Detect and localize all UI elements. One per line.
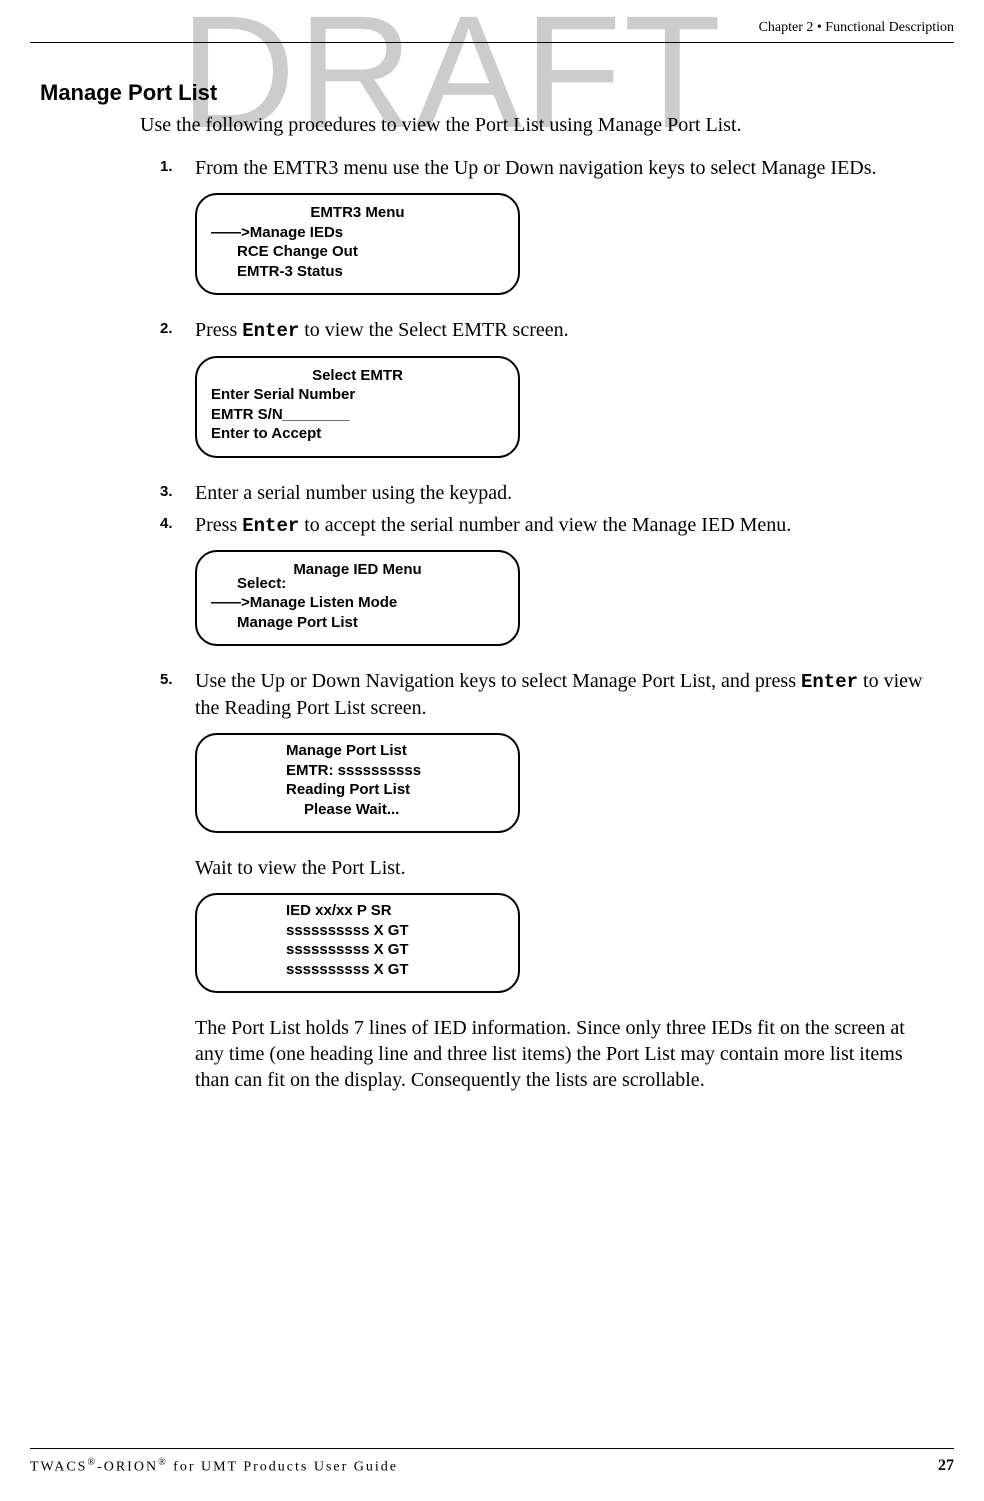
- lcd1-line2: RCE Change Out: [211, 242, 504, 262]
- lcd5-line2: ssssssssss X GT: [286, 921, 504, 941]
- lcd5-line3: ssssssssss X GT: [286, 940, 504, 960]
- lcd2-line1: Enter Serial Number: [211, 385, 504, 405]
- lcd2-line2: EMTR S/N________: [211, 405, 504, 425]
- step-4-num: 4.: [160, 512, 195, 539]
- lcd3-line2: Manage Port List: [211, 613, 504, 633]
- step-4-enter: Enter: [242, 515, 299, 537]
- step-5-text: Use the Up or Down Navigation keys to se…: [195, 668, 954, 721]
- lcd1-title: EMTR3 Menu: [211, 203, 504, 223]
- step-2: 2. Press Enter to view the Select EMTR s…: [160, 317, 954, 344]
- step-3-text: Enter a serial number using the keypad.: [195, 480, 954, 506]
- lcd3-line1: ——>Manage Listen Mode: [211, 593, 504, 613]
- step-2-num: 2.: [160, 317, 195, 344]
- step-2-suffix: to view the Select EMTR screen.: [299, 319, 568, 341]
- step-2-text: Press Enter to view the Select EMTR scre…: [195, 317, 954, 344]
- lcd4-line1: Manage Port List: [286, 741, 504, 761]
- step-2-enter: Enter: [242, 320, 299, 342]
- lcd1-line1: ——>Manage IEDs: [211, 223, 504, 243]
- step-3: 3. Enter a serial number using the keypa…: [160, 480, 954, 506]
- footer-rule: [30, 1448, 954, 1449]
- page-number: 27: [938, 1457, 954, 1476]
- lcd-screen-port-list: IED xx/xx P SR ssssssssss X GT sssssssss…: [195, 893, 520, 993]
- step-1-text: From the EMTR3 menu use the Up or Down n…: [195, 155, 954, 181]
- step-5-num: 5.: [160, 668, 195, 721]
- section-title: Manage Port List: [40, 80, 954, 106]
- lcd5-line1: IED xx/xx P SR: [286, 901, 504, 921]
- lcd-screen-manage-ied-menu: Manage IED Menu Select: ——>Manage Listen…: [195, 550, 520, 646]
- lcd-screen-reading-port-list: Manage Port List EMTR: ssssssssss Readin…: [195, 733, 520, 833]
- lcd1-line3: EMTR-3 Status: [211, 262, 504, 282]
- step-3-num: 3.: [160, 480, 195, 506]
- lcd4-line4: Please Wait...: [286, 800, 504, 820]
- footer: TWACS®-ORION® for UMT Products User Guid…: [30, 1448, 954, 1476]
- lcd5-line4: ssssssssss X GT: [286, 960, 504, 980]
- step-4-suffix: to accept the serial number and view the…: [299, 514, 791, 536]
- step-1-num: 1.: [160, 155, 195, 181]
- port-list-description: The Port List holds 7 lines of IED infor…: [195, 1015, 954, 1093]
- footer-left: TWACS®-ORION® for UMT Products User Guid…: [30, 1457, 398, 1476]
- lcd2-title: Select EMTR: [211, 366, 504, 386]
- lcd2-line3: Enter to Accept: [211, 424, 504, 444]
- lcd4-line2: EMTR: ssssssssss: [286, 761, 504, 781]
- intro-text: Use the following procedures to view the…: [140, 114, 954, 137]
- step-4-text: Press Enter to accept the serial number …: [195, 512, 954, 539]
- lcd-screen-select-emtr: Select EMTR Enter Serial Number EMTR S/N…: [195, 356, 520, 458]
- step-5-prefix: Use the Up or Down Navigation keys to se…: [195, 670, 801, 692]
- wait-text: Wait to view the Port List.: [195, 855, 954, 881]
- step-1: 1. From the EMTR3 menu use the Up or Dow…: [160, 155, 954, 181]
- step-4-prefix: Press: [195, 514, 242, 536]
- step-4: 4. Press Enter to accept the serial numb…: [160, 512, 954, 539]
- lcd4-line3: Reading Port List: [286, 780, 504, 800]
- step-5-enter: Enter: [801, 671, 858, 693]
- step-2-prefix: Press: [195, 319, 242, 341]
- lcd-screen-emtr3-menu: EMTR3 Menu ——>Manage IEDs RCE Change Out…: [195, 193, 520, 295]
- step-5: 5. Use the Up or Down Navigation keys to…: [160, 668, 954, 721]
